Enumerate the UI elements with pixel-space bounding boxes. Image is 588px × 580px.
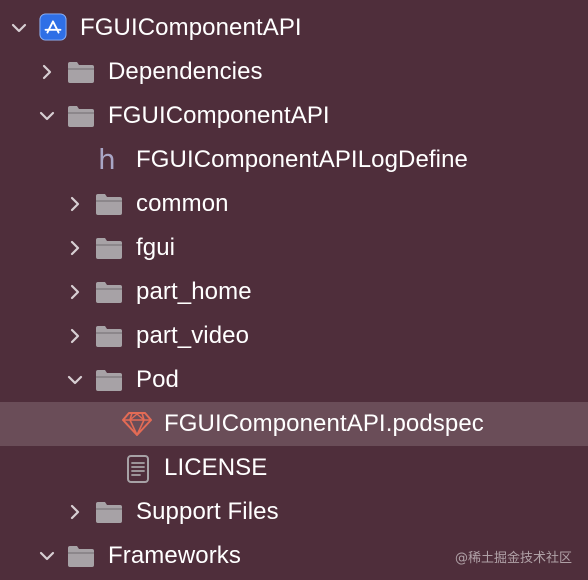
tree-row-part-video[interactable]: part_video xyxy=(0,314,588,358)
chevron-down-icon[interactable] xyxy=(38,547,56,565)
folder-icon xyxy=(68,62,94,83)
project-navigator: FGUIComponentAPI Dependencies FGUICompon… xyxy=(0,0,588,580)
tree-row-label: part_home xyxy=(136,278,252,305)
tree-row-group[interactable]: FGUIComponentAPI xyxy=(0,94,588,138)
chevron-right-icon[interactable] xyxy=(66,195,84,213)
folder-icon xyxy=(68,106,94,127)
chevron-right-icon[interactable] xyxy=(66,503,84,521)
chevron-right-icon[interactable] xyxy=(66,239,84,257)
tree-row-label: Pod xyxy=(136,366,180,393)
tree-row-project[interactable]: FGUIComponentAPI xyxy=(0,6,588,50)
tree-row-license[interactable]: LICENSE xyxy=(0,446,588,490)
tree-row-label: common xyxy=(136,190,229,217)
tree-row-label: part_video xyxy=(136,322,250,349)
tree-row-fgui[interactable]: fgui xyxy=(0,226,588,270)
folder-icon xyxy=(96,238,122,259)
tree-row-support-files[interactable]: Support Files xyxy=(0,490,588,534)
folder-icon xyxy=(96,502,122,523)
tree-row-part-home[interactable]: part_home xyxy=(0,270,588,314)
chevron-right-icon[interactable] xyxy=(38,63,56,81)
folder-icon xyxy=(96,370,122,391)
tree-row-label: Dependencies xyxy=(108,58,263,85)
tree-row-label: FGUIComponentAPI xyxy=(80,14,302,41)
tree-row-dependencies[interactable]: Dependencies xyxy=(0,50,588,94)
tree-row-label: Support Files xyxy=(136,498,279,525)
tree-row-label: FGUIComponentAPI.podspec xyxy=(164,410,484,437)
tree-row-pod[interactable]: Pod xyxy=(0,358,588,402)
watermark: @稀土掘金技术社区 xyxy=(454,551,572,566)
chevron-right-icon[interactable] xyxy=(66,327,84,345)
tree-row-label: LICENSE xyxy=(164,454,268,481)
tree-row-common[interactable]: common xyxy=(0,182,588,226)
folder-icon xyxy=(96,194,122,215)
folder-icon xyxy=(68,546,94,567)
header-file-icon: h xyxy=(98,143,116,176)
tree-row-log-define[interactable]: h FGUIComponentAPILogDefine xyxy=(0,138,588,182)
tree-row-podspec[interactable]: FGUIComponentAPI.podspec xyxy=(0,402,588,446)
folder-icon xyxy=(96,282,122,303)
folder-icon xyxy=(96,326,122,347)
tree-row-label: fgui xyxy=(136,234,176,261)
chevron-right-icon[interactable] xyxy=(66,283,84,301)
ruby-gem-icon xyxy=(122,412,152,436)
chevron-down-icon[interactable] xyxy=(66,371,84,389)
tree-row-label: Frameworks xyxy=(108,542,242,569)
chevron-down-icon[interactable] xyxy=(38,107,56,125)
tree-row-label: FGUIComponentAPI xyxy=(108,102,330,129)
text-document-icon xyxy=(127,455,149,483)
app-icon xyxy=(39,13,67,41)
chevron-down-icon[interactable] xyxy=(10,19,28,37)
tree-row-label: FGUIComponentAPILogDefine xyxy=(136,146,469,173)
